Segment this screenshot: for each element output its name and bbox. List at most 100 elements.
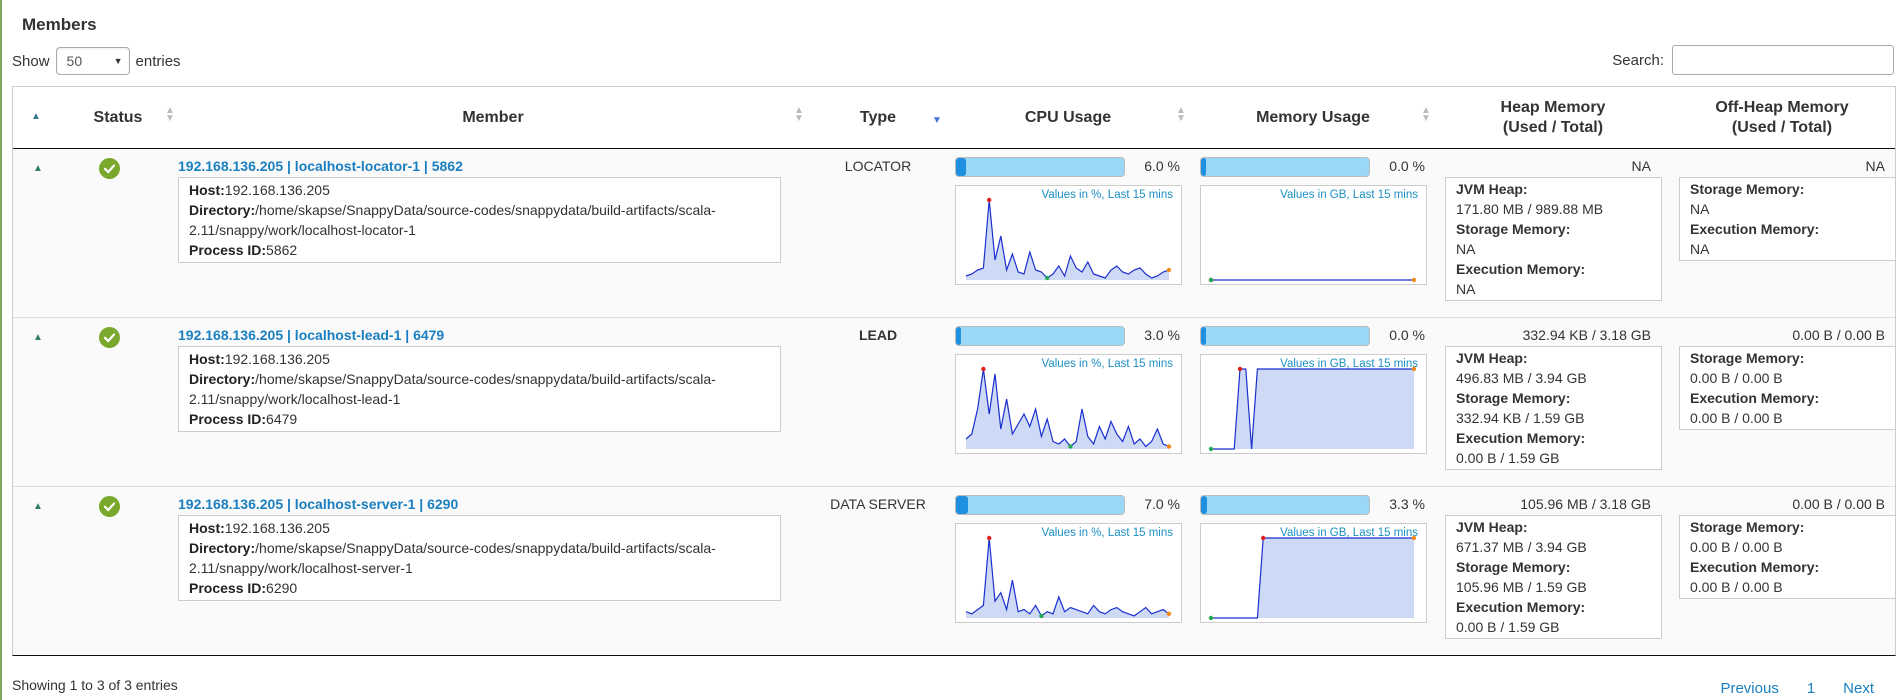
directory-line: Directory:/home/skapse/SnappyData/source… — [189, 369, 770, 389]
memory-sparkline: Values in GB, Last 15 mins — [1200, 354, 1427, 454]
host-label: Host: — [189, 351, 225, 367]
member-details: Host:192.168.136.205 Directory:/home/ska… — [178, 515, 781, 601]
memory-sparkline-svg — [1208, 535, 1417, 621]
page-1-button[interactable]: 1 — [1807, 680, 1815, 697]
column-header-offheap-line2: (Used / Total) — [1731, 119, 1833, 136]
execution-memory-value: 0.00 B / 1.59 GB — [1456, 619, 1560, 635]
offheap-summary: 0.00 B / 0.00 B — [1792, 327, 1885, 343]
column-header-status[interactable]: Status — [63, 87, 173, 149]
memory-sparkline-svg — [1208, 366, 1417, 452]
cpu-usage-percent: 3.0 % — [1144, 327, 1180, 343]
memory-usage-bar-fill — [1201, 327, 1207, 345]
offheap-execution-value: NA — [1690, 241, 1710, 257]
process-id-line: Process ID:6479 — [189, 409, 770, 429]
column-header-type[interactable]: Type — [808, 87, 948, 149]
column-header-type-label: Type — [859, 109, 897, 126]
memory-sparkline: Values in GB, Last 15 mins — [1200, 185, 1427, 285]
sparkline-min-point — [1208, 446, 1214, 452]
storage-memory-value: 332.94 KB / 1.59 GB — [1456, 410, 1585, 426]
column-header-heap-line2: (Used / Total) — [1502, 119, 1604, 136]
column-header-member[interactable]: Member — [183, 87, 803, 149]
memory-usage-percent: 0.0 % — [1389, 327, 1425, 343]
memory-usage-percent: 3.3 % — [1389, 496, 1425, 512]
column-header-cpu-label: CPU Usage — [1024, 109, 1112, 126]
sparkline-last-point — [1166, 444, 1172, 449]
section-title: Members — [22, 15, 97, 34]
process-id-value: 6479 — [266, 411, 298, 427]
process-id-label: Process ID: — [189, 411, 267, 427]
chevron-down-icon: ▼ — [113, 56, 123, 66]
execution-memory-label: Execution Memory: — [1456, 430, 1586, 446]
process-id-label: Process ID: — [189, 580, 267, 596]
sort-both-icon: ▲ ▼ — [794, 105, 804, 124]
offheap-details: Storage Memory: NA Execution Memory: NA — [1679, 177, 1896, 261]
directory-line-2: 2.11/snappy/work/localhost-lead-1 — [189, 391, 401, 407]
search-input[interactable] — [1672, 45, 1894, 75]
sort-both-icon: ▲ ▼ — [1176, 105, 1186, 124]
sparkline-last-point — [1411, 366, 1417, 372]
process-id-value: 5862 — [266, 242, 298, 258]
sparkline-min-point — [1039, 613, 1044, 619]
directory-label: Directory: — [189, 540, 256, 556]
sparkline-max-point — [987, 197, 992, 203]
expand-row-icon[interactable]: ▲ — [33, 163, 43, 174]
execution-memory-value: 0.00 B / 1.59 GB — [1456, 450, 1560, 466]
storage-memory-label: Storage Memory: — [1456, 559, 1571, 575]
offheap-storage-label: Storage Memory: — [1690, 519, 1805, 535]
cpu-sparkline: Values in %, Last 15 mins — [955, 185, 1182, 285]
expand-row-icon[interactable]: ▲ — [33, 501, 43, 512]
offheap-summary: NA — [1865, 158, 1885, 174]
host-value: 192.168.136.205 — [224, 520, 330, 536]
directory-line-2: 2.11/snappy/work/localhost-locator-1 — [189, 222, 416, 238]
member-link[interactable]: 192.168.136.205 | localhost-server-1 | 6… — [178, 496, 458, 512]
heap-details: JVM Heap: 171.80 MB / 989.88 MB Storage … — [1445, 177, 1662, 301]
offheap-summary: 0.00 B / 0.00 B — [1792, 496, 1885, 512]
jvm-heap-label: JVM Heap: — [1456, 350, 1528, 366]
memory-sparkline: Values in GB, Last 15 mins — [1200, 523, 1427, 623]
offheap-execution-value: 0.00 B / 0.00 B — [1690, 410, 1783, 426]
heap-summary: NA — [1631, 158, 1651, 174]
directory-line-2: 2.11/snappy/work/localhost-server-1 — [189, 560, 413, 576]
cpu-usage-bar-fill — [956, 158, 967, 176]
table-row: ▲ 192.168.136.205 | localhost-lead-1 | 6… — [13, 318, 1896, 487]
offheap-storage-value: NA — [1690, 201, 1710, 217]
cpu-sparkline-svg — [965, 197, 1172, 281]
sparkline-area — [1211, 538, 1414, 618]
directory-line: Directory:/home/skapse/SnappyData/source… — [189, 538, 770, 558]
member-details: Host:192.168.136.205 Directory:/home/ska… — [178, 346, 781, 432]
status-ok-icon — [99, 158, 120, 179]
offheap-storage-value: 0.00 B / 0.00 B — [1690, 370, 1783, 386]
storage-memory-label: Storage Memory: — [1456, 221, 1571, 237]
sparkline-last-point — [1166, 267, 1172, 273]
heap-details: JVM Heap: 496.83 MB / 3.94 GB Storage Me… — [1445, 346, 1662, 470]
entries-select[interactable]: 50 ▼ — [55, 47, 130, 75]
sparkline-last-point — [1411, 535, 1417, 541]
column-header-heap[interactable]: Heap Memory (Used / Total) — [1438, 87, 1668, 149]
offheap-storage-label: Storage Memory: — [1690, 350, 1805, 366]
sort-both-icon: ▲ ▼ — [1421, 105, 1431, 124]
show-label: Show — [12, 52, 50, 70]
cpu-usage-bar-fill — [956, 496, 968, 514]
expand-row-icon[interactable]: ▲ — [33, 332, 43, 343]
column-header-offheap[interactable]: Off-Heap Memory (Used / Total) — [1671, 87, 1893, 149]
storage-memory-label: Storage Memory: — [1456, 390, 1571, 406]
sparkline-min-point — [1208, 615, 1214, 621]
member-link[interactable]: 192.168.136.205 | localhost-lead-1 | 647… — [178, 327, 444, 343]
heap-summary: 105.96 MB / 3.18 GB — [1520, 496, 1651, 512]
directory-value-line1: /home/skapse/SnappyData/source-codes/sna… — [255, 540, 716, 556]
sparkline-max-point — [981, 366, 986, 372]
member-link[interactable]: 192.168.136.205 | localhost-locator-1 | … — [178, 158, 463, 174]
memory-usage-bar-fill — [1201, 496, 1207, 514]
sparkline-min-point — [1068, 444, 1073, 449]
next-button[interactable]: Next — [1843, 680, 1874, 697]
column-header-memory[interactable]: Memory Usage — [1193, 87, 1433, 149]
host-line: Host:192.168.136.205 — [189, 180, 770, 200]
column-header-cpu[interactable]: CPU Usage — [948, 87, 1188, 149]
previous-button[interactable]: Previous — [1720, 680, 1778, 697]
expand-all-sort-icon[interactable]: ▲ — [31, 111, 41, 122]
offheap-details: Storage Memory: 0.00 B / 0.00 B Executio… — [1679, 515, 1896, 599]
execution-memory-label: Execution Memory: — [1456, 599, 1586, 615]
directory-value-line1: /home/skapse/SnappyData/source-codes/sna… — [255, 202, 716, 218]
cpu-usage-bar — [955, 157, 1125, 177]
memory-usage-percent: 0.0 % — [1389, 158, 1425, 174]
